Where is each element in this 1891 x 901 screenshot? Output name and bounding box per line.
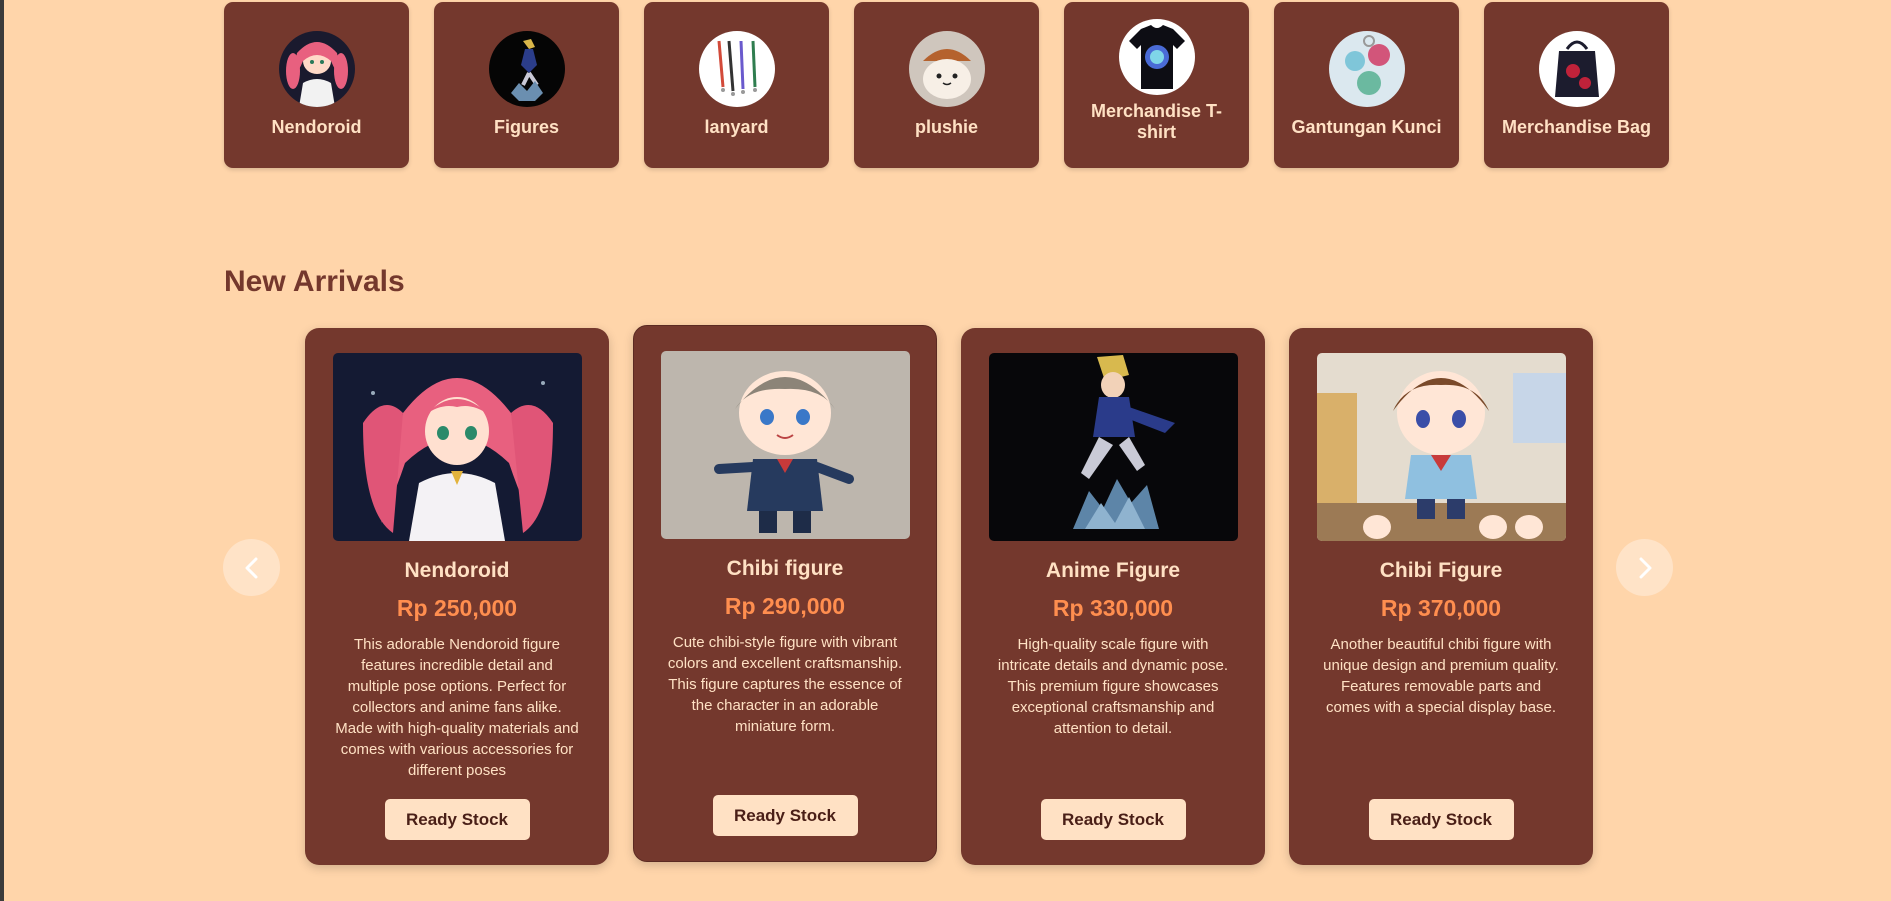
- chevron-left-icon: [245, 557, 257, 578]
- new-arrivals-title: New Arrivals: [224, 265, 405, 298]
- ready-stock-button[interactable]: Ready Stock: [1368, 799, 1514, 840]
- product-name: Chibi figure: [726, 557, 844, 580]
- category-merchandise-bag[interactable]: Merchandise Bag: [1484, 2, 1669, 168]
- product-card[interactable]: Anime Figure Rp 330,000 High-quality sca…: [961, 328, 1265, 865]
- category-label: plushie: [914, 117, 978, 137]
- ready-stock-button[interactable]: Ready Stock: [1040, 799, 1186, 840]
- ready-stock-button[interactable]: Ready Stock: [712, 795, 858, 836]
- category-merchandise-tshirt[interactable]: Merchandise T-shirt: [1064, 2, 1249, 168]
- product-price: Rp 290,000: [724, 593, 846, 619]
- category-plushie[interactable]: plushie: [854, 2, 1039, 168]
- category-label: Merchandise Bag: [1501, 117, 1652, 137]
- nendoroid-thumb: [278, 31, 355, 107]
- window-edge: [0, 0, 4, 901]
- product-image: [988, 353, 1238, 541]
- figures-thumb: [488, 31, 565, 107]
- tshirt-thumb: [1118, 19, 1195, 95]
- chevron-right-icon: [1639, 557, 1651, 578]
- category-figures[interactable]: Figures: [434, 2, 619, 168]
- ready-stock-button[interactable]: Ready Stock: [384, 799, 530, 840]
- lanyard-thumb: [698, 31, 775, 107]
- product-name: Nendoroid: [404, 559, 510, 582]
- keychain-thumb: [1328, 31, 1405, 107]
- product-card[interactable]: Chibi figure Rp 290,000 Cute chibi-style…: [633, 325, 937, 862]
- product-card[interactable]: Chibi Figure Rp 370,000 Another beautifu…: [1289, 328, 1593, 865]
- product-description: This adorable Nendoroid figure features …: [335, 636, 579, 779]
- product-price: Rp 370,000: [1380, 595, 1502, 621]
- category-list: Nendoroid Figures lanyard plushie Mercha…: [224, 2, 1669, 168]
- product-description: High-quality scale figure with intricate…: [997, 636, 1229, 737]
- carousel-prev-button[interactable]: [223, 539, 280, 596]
- category-lanyard[interactable]: lanyard: [644, 2, 829, 168]
- category-gantungan-kunci[interactable]: Gantungan Kunci: [1274, 2, 1459, 168]
- category-label: Figures: [493, 117, 559, 137]
- product-image: [332, 353, 582, 541]
- product-description: Cute chibi-style figure with vibrant col…: [667, 634, 903, 735]
- product-description: Another beautiful chibi figure with uniq…: [1323, 636, 1559, 716]
- product-price: Rp 250,000: [396, 595, 518, 621]
- product-image: [661, 351, 910, 539]
- product-name: Anime Figure: [1045, 559, 1181, 582]
- category-label: Gantungan Kunci: [1291, 117, 1442, 137]
- category-label: Merchandise T-shirt: [1090, 101, 1223, 142]
- product-price: Rp 330,000: [1052, 595, 1174, 621]
- product-card[interactable]: Nendoroid Rp 250,000 This adorable Nendo…: [305, 328, 609, 865]
- product-image: [1316, 353, 1566, 541]
- plushie-thumb: [908, 31, 985, 107]
- bag-thumb: [1538, 31, 1615, 107]
- category-nendoroid[interactable]: Nendoroid: [224, 2, 409, 168]
- product-name: Chibi Figure: [1379, 559, 1503, 582]
- carousel-next-button[interactable]: [1616, 539, 1673, 596]
- category-label: Nendoroid: [271, 117, 362, 137]
- category-label: lanyard: [704, 117, 769, 137]
